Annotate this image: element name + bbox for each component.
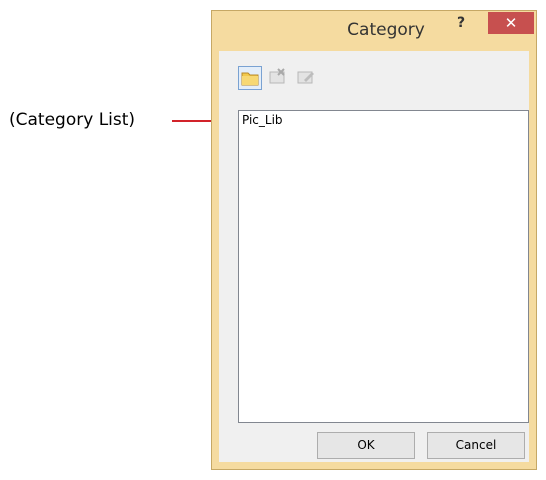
cancel-button[interactable]: Cancel bbox=[427, 432, 525, 459]
delete-category-button[interactable] bbox=[266, 66, 290, 90]
category-dialog: Category ? ✕ Pic_Lib OK Cancel bbox=[211, 10, 537, 470]
title-bar[interactable]: Category ? ✕ bbox=[212, 11, 536, 51]
edit-icon bbox=[297, 71, 314, 84]
category-list-callout: (Category List) bbox=[9, 110, 136, 130]
category-list-item[interactable]: Pic_Lib bbox=[242, 113, 283, 127]
category-list[interactable]: Pic_Lib bbox=[238, 110, 529, 423]
help-button[interactable]: ? bbox=[446, 12, 476, 34]
new-category-button[interactable] bbox=[238, 66, 262, 90]
folder-icon bbox=[241, 72, 259, 86]
delete-icon bbox=[269, 68, 285, 84]
rename-category-button[interactable] bbox=[294, 66, 318, 90]
ok-button[interactable]: OK bbox=[317, 432, 415, 459]
dialog-client-area: Pic_Lib OK Cancel bbox=[219, 51, 529, 462]
close-button[interactable]: ✕ bbox=[488, 12, 534, 34]
